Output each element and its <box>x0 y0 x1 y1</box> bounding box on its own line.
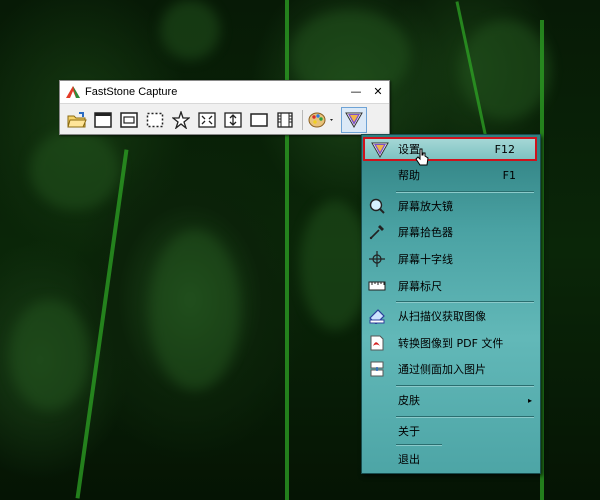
faststone-capture-toolbar: FastStone Capture — ✕ <box>59 80 390 135</box>
menu-item-exit[interactable]: 退出 <box>362 448 540 470</box>
menu-item-color-picker[interactable]: 屏幕拾色器 <box>362 221 540 243</box>
pdf-icon <box>368 335 386 351</box>
menu-item-pdf[interactable]: 转换图像到 PDF 文件 <box>362 332 540 354</box>
minimize-button[interactable]: — <box>345 81 367 103</box>
capture-freehand-icon[interactable] <box>170 109 192 131</box>
capture-fullscreen-icon[interactable] <box>196 109 218 131</box>
menu-separator <box>396 444 442 446</box>
menu-item-about[interactable]: 关于 <box>362 420 540 442</box>
submenu-arrow-icon: ▸ <box>527 395 532 405</box>
open-folder-icon[interactable] <box>66 109 88 131</box>
menu-separator <box>396 385 534 387</box>
capture-rect-icon[interactable] <box>144 109 166 131</box>
menu-item-label: 通过侧面加入图片 <box>398 363 486 376</box>
menu-item-scanner[interactable]: 从扫描仪获取图像 <box>362 305 540 327</box>
ruler-icon <box>368 278 386 294</box>
faststone-logo-icon <box>65 85 81 99</box>
menu-item-magnifier[interactable]: 屏幕放大镜 <box>362 195 540 217</box>
capture-fixed-region-icon[interactable] <box>248 109 270 131</box>
menu-item-label: 屏幕十字线 <box>398 253 453 266</box>
crosshair-icon <box>368 251 386 267</box>
toolbar-button-row <box>60 104 389 136</box>
menu-item-shortcut: F1 <box>502 168 516 182</box>
close-button[interactable]: ✕ <box>367 81 389 103</box>
wallpaper-figure <box>10 300 90 410</box>
menu-item-label: 退出 <box>398 453 420 466</box>
settings-context-menu: 设置 F12 帮助 F1 屏幕放大镜 屏幕拾色器 屏幕十字线 屏幕标尺 从扫描仪… <box>361 134 541 474</box>
mouse-pointer-icon <box>415 148 429 166</box>
toolbar-title: FastStone Capture <box>85 86 178 98</box>
record-video-icon[interactable] <box>274 109 296 131</box>
wallpaper-stroke <box>285 0 289 500</box>
menu-item-side-join[interactable]: 通过侧面加入图片 <box>362 358 540 380</box>
menu-item-label: 从扫描仪获取图像 <box>398 310 486 323</box>
wallpaper-figure <box>150 230 240 390</box>
wallpaper-figure <box>30 130 120 210</box>
menu-item-ruler[interactable]: 屏幕标尺 <box>362 275 540 297</box>
menu-item-label: 帮助 <box>398 169 420 182</box>
settings-icon <box>371 142 389 158</box>
palette-icon[interactable] <box>307 109 337 131</box>
color-picker-icon <box>368 224 386 240</box>
menu-item-settings[interactable]: 设置 F12 <box>363 137 537 161</box>
menu-separator <box>396 191 534 193</box>
menu-item-help[interactable]: 帮助 F1 <box>362 164 540 186</box>
menu-item-label: 屏幕拾色器 <box>398 226 453 239</box>
magnifier-icon <box>368 198 386 214</box>
toolbar-separator <box>302 110 303 130</box>
menu-item-label: 转换图像到 PDF 文件 <box>398 337 504 350</box>
menu-item-crosshair[interactable]: 屏幕十字线 <box>362 248 540 270</box>
toolbar-titlebar[interactable]: FastStone Capture — ✕ <box>60 81 389 104</box>
menu-item-label: 关于 <box>398 425 420 438</box>
menu-separator <box>396 416 534 418</box>
wallpaper-figure <box>160 0 220 60</box>
scanner-icon <box>368 308 386 324</box>
menu-item-label: 屏幕放大镜 <box>398 200 453 213</box>
wallpaper-figure <box>300 200 370 330</box>
menu-item-shortcut: F12 <box>494 142 515 156</box>
capture-scrolling-icon[interactable] <box>222 109 244 131</box>
menu-item-skin[interactable]: 皮肤 ▸ <box>362 389 540 411</box>
menu-item-label: 屏幕标尺 <box>398 280 442 293</box>
side-join-icon <box>368 361 386 377</box>
settings-menu-icon[interactable] <box>341 107 367 133</box>
wallpaper-figure <box>460 20 550 120</box>
menu-separator <box>396 301 534 303</box>
menu-item-label: 皮肤 <box>398 394 420 407</box>
capture-window-icon[interactable] <box>92 109 114 131</box>
capture-object-icon[interactable] <box>118 109 140 131</box>
